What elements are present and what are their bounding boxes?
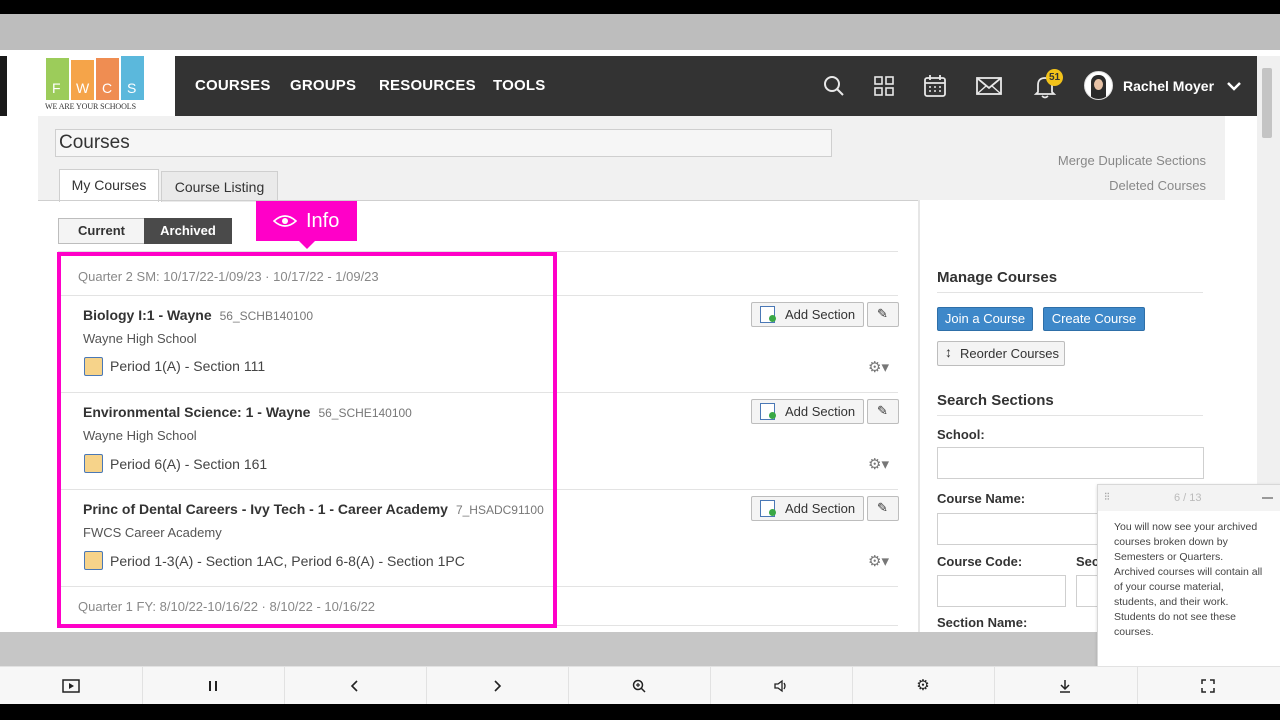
- divider: [937, 415, 1203, 416]
- callout-pointer: [299, 241, 315, 249]
- edit-button[interactable]: ✎: [867, 399, 899, 424]
- eye-icon: [273, 215, 297, 227]
- add-section-button[interactable]: Add Section: [751, 496, 864, 521]
- page-title: Courses: [55, 129, 832, 157]
- pause-icon[interactable]: [142, 667, 284, 705]
- school-label: School:: [937, 427, 985, 442]
- deleted-courses-link[interactable]: Deleted Courses: [1109, 178, 1206, 193]
- logo-letter: C: [102, 80, 113, 96]
- logo-letter: S: [127, 80, 137, 96]
- notification-badge: 51: [1046, 69, 1063, 86]
- tour-tip-text: You will now see your archived courses b…: [1114, 521, 1263, 638]
- info-label: Info: [306, 210, 340, 232]
- add-section-label: Add Section: [785, 307, 856, 322]
- course-code-label: Course Code:: [937, 554, 1023, 569]
- gear-menu-icon[interactable]: ⚙▾: [868, 455, 889, 473]
- nav-groups[interactable]: GROUPS: [290, 56, 356, 116]
- screen-icon[interactable]: [0, 667, 142, 705]
- logo-letter: F: [52, 80, 61, 96]
- logo-tagline: WE ARE YOUR SCHOOLS: [45, 102, 136, 111]
- nav-courses[interactable]: COURSES: [195, 56, 271, 116]
- course-code-field[interactable]: [937, 575, 1066, 607]
- tour-tip-panel: ⁝⁝ 6 / 13 You will now see your archived…: [1097, 484, 1280, 668]
- page-scrollbar-thumb[interactable]: [1262, 68, 1272, 138]
- avatar[interactable]: [1084, 71, 1113, 100]
- fwcs-logo[interactable]: F W C S WE ARE YOUR SCHOOLS: [7, 56, 175, 116]
- lms-app: F W C S WE ARE YOUR SCHOOLS COURSES GROU…: [0, 56, 1280, 632]
- divider: [937, 292, 1203, 293]
- gear-menu-icon[interactable]: ⚙▾: [868, 358, 889, 376]
- tab-my-courses[interactable]: My Courses: [59, 169, 159, 202]
- pencil-icon: ✎: [877, 500, 888, 515]
- reorder-courses-button[interactable]: ↕ Reorder Courses: [937, 341, 1065, 366]
- add-section-label: Add Section: [785, 501, 856, 516]
- search-icon[interactable]: [819, 71, 849, 101]
- highlight-box: [57, 252, 557, 628]
- section-name-label: Section Name:: [937, 615, 1028, 630]
- search-sections-heading: Search Sections: [937, 392, 1054, 409]
- zoom-icon[interactable]: [568, 667, 710, 705]
- top-nav-bar: COURSES GROUPS RESOURCES TOOLS 51 Rachel…: [175, 56, 1257, 116]
- fullscreen-icon[interactable]: [1137, 667, 1279, 705]
- bottom-letterbox: [0, 704, 1280, 720]
- add-section-label: Add Section: [785, 404, 856, 419]
- nav-resources[interactable]: RESOURCES: [379, 56, 476, 116]
- plus-badge-icon: [769, 509, 776, 516]
- current-toggle[interactable]: Current: [58, 218, 145, 244]
- user-name[interactable]: Rachel Moyer: [1123, 56, 1214, 116]
- player-bottom-bar: [0, 632, 1097, 666]
- minimize-icon[interactable]: [1262, 497, 1273, 499]
- manage-courses-heading: Manage Courses: [937, 269, 1058, 286]
- school-field[interactable]: [937, 447, 1204, 479]
- download-icon[interactable]: [994, 667, 1136, 705]
- edit-button[interactable]: ✎: [867, 496, 899, 521]
- plus-badge-icon: [769, 315, 776, 322]
- panel-divider: [918, 200, 920, 632]
- nav-tools[interactable]: TOOLS: [493, 56, 545, 116]
- left-edge: [0, 56, 7, 116]
- next-icon[interactable]: [426, 667, 568, 705]
- logo-letter: W: [76, 80, 90, 96]
- merge-duplicate-sections-link[interactable]: Merge Duplicate Sections: [1058, 153, 1206, 168]
- chevron-down-icon[interactable]: [1225, 79, 1243, 93]
- pencil-icon: ✎: [877, 403, 888, 418]
- edit-button[interactable]: ✎: [867, 302, 899, 327]
- player-top-bar: [0, 14, 1280, 50]
- calendar-icon[interactable]: [920, 71, 950, 101]
- gear-menu-icon[interactable]: ⚙▾: [868, 552, 889, 570]
- prev-icon[interactable]: [284, 667, 426, 705]
- add-section-button[interactable]: Add Section: [751, 302, 864, 327]
- join-course-button[interactable]: Join a Course: [937, 307, 1033, 331]
- volume-icon[interactable]: [710, 667, 852, 705]
- apps-grid-icon[interactable]: [869, 71, 899, 101]
- tour-tip-header[interactable]: ⁝⁝ 6 / 13: [1098, 485, 1280, 511]
- plus-badge-icon: [769, 412, 776, 419]
- create-course-button[interactable]: Create Course: [1043, 307, 1145, 331]
- tab-divider: [38, 200, 918, 201]
- tour-progress: 6 / 13: [1174, 492, 1202, 504]
- archived-toggle[interactable]: Archived: [144, 218, 232, 244]
- tab-course-listing[interactable]: Course Listing: [161, 171, 278, 202]
- player-controls: ⚙: [0, 666, 1280, 705]
- add-section-button[interactable]: Add Section: [751, 399, 864, 424]
- course-name-label: Course Name:: [937, 491, 1026, 506]
- reorder-courses-label: Reorder Courses: [960, 346, 1059, 361]
- info-callout: Info: [256, 201, 357, 241]
- pencil-icon: ✎: [877, 306, 888, 321]
- drag-handle-icon[interactable]: ⁝⁝: [1104, 490, 1110, 503]
- settings-icon[interactable]: ⚙: [852, 667, 994, 705]
- reorder-arrows-icon: ↕: [945, 344, 952, 360]
- mail-icon[interactable]: [974, 71, 1004, 101]
